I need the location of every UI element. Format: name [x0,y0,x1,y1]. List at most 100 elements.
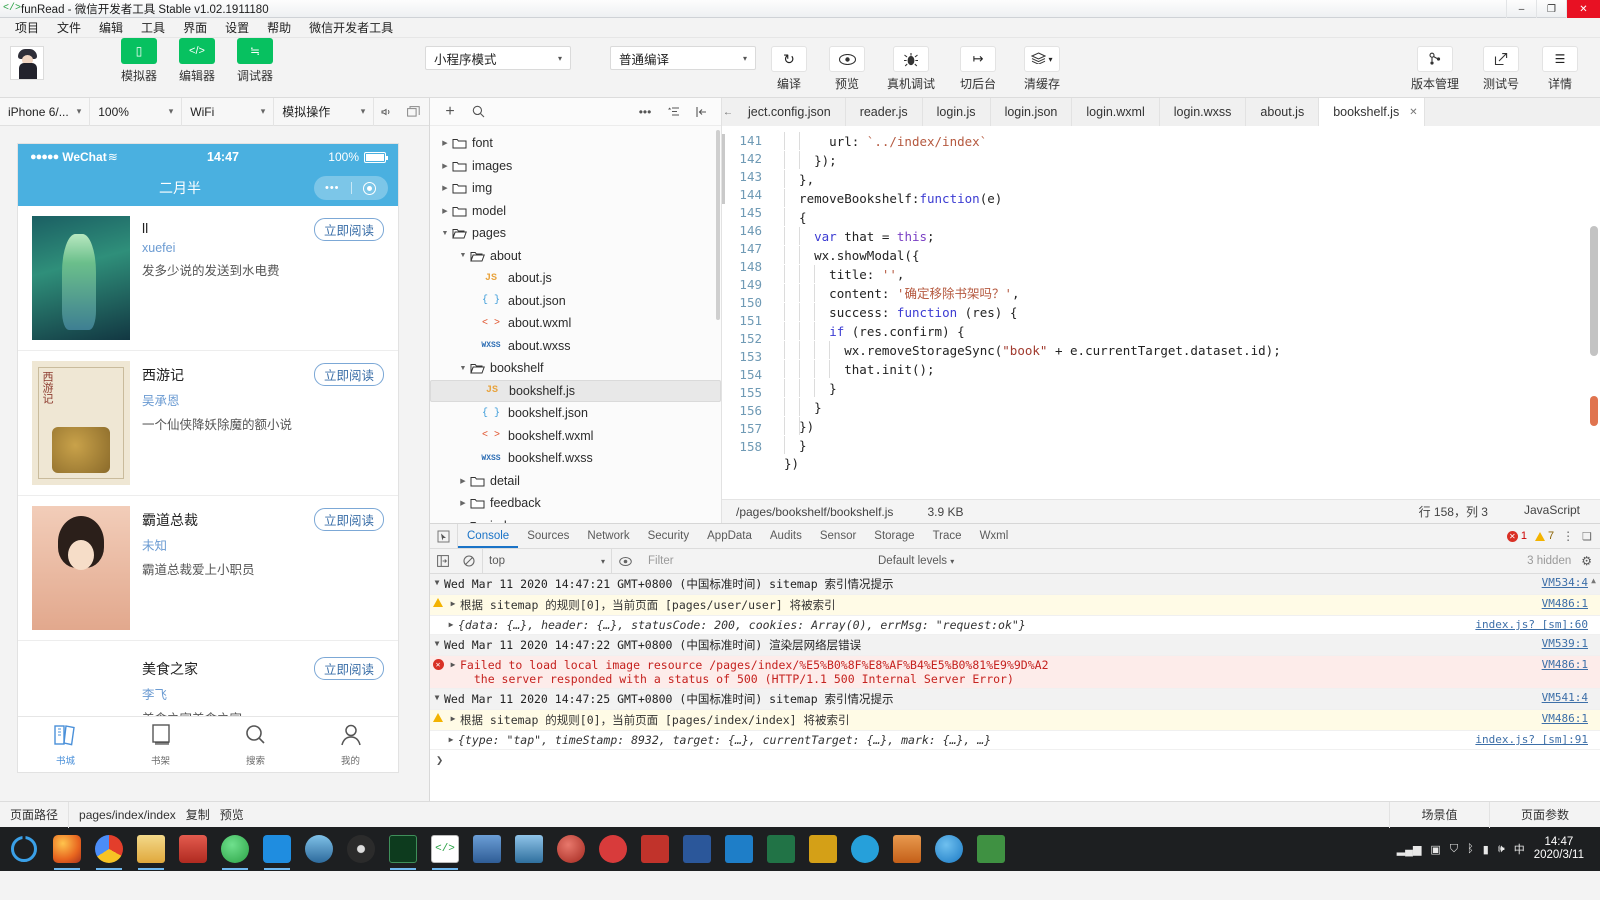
read-now-button[interactable]: 立即阅读 [313,363,384,386]
code-content[interactable]: url: `../index/index` }); }, removeBooks… [770,126,1600,499]
dock-panel-icon[interactable]: ❏ [1582,530,1592,543]
phone-tab-bookstore[interactable]: 书城 [18,717,113,772]
chevron-right-icon[interactable]: ▶ [444,733,458,744]
chevron-right-icon[interactable]: ▶ [446,712,460,723]
calc-icon[interactable] [970,827,1012,871]
ie-icon[interactable] [928,827,970,871]
target-icon[interactable] [352,181,389,195]
console-warning-row[interactable]: ▶ 根据 sitemap 的规则[0]，当前页面 [pages/user/use… [430,595,1600,616]
mail-icon[interactable] [718,827,760,871]
menu-edit[interactable]: 编辑 [90,18,132,38]
tree-node-images[interactable]: ▶ images [430,155,721,178]
tree-node-bookshelf[interactable]: ▼ bookshelf [430,357,721,380]
chevron-right-icon[interactable]: ▶ [438,207,452,215]
tree-node-bookshelf-json[interactable]: { } bookshelf.json [430,402,721,425]
devtools-tab-audits[interactable]: Audits [761,524,811,548]
tree-node-detail[interactable]: ▶ detail [430,470,721,493]
compile-button[interactable]: ↻ 编译 [766,46,812,92]
editor-tab-login-wxss[interactable]: login.wxss [1159,98,1247,126]
chevron-right-icon[interactable]: ▶ [446,597,460,608]
devtools-tab-appdata[interactable]: AppData [698,524,761,548]
tree-node-about-wxml[interactable]: < > about.wxml [430,312,721,335]
menu-tools[interactable]: 工具 [132,18,174,38]
live-expression-icon[interactable] [612,556,638,567]
search-icon[interactable] [464,98,492,126]
chevron-right-icon[interactable]: ▶ [438,184,452,192]
phone-tab-bookshelf[interactable]: 书架 [113,717,208,772]
clear-console-icon[interactable] [456,555,482,567]
console-log-row[interactable]: ▶ {data: {…}, header: {…}, statusCode: 2… [430,616,1600,635]
console-group-header[interactable]: ▼ Wed Mar 11 2020 14:47:22 GMT+0800 (中国标… [430,635,1600,656]
mode-select[interactable]: 小程序模式 ▾ [425,46,571,70]
add-file-icon[interactable]: + [436,98,464,126]
chevron-down-icon[interactable]: ▼ [430,637,444,648]
detach-window-icon[interactable] [400,98,426,126]
preview-button[interactable]: 预览 [220,806,244,823]
network-select[interactable]: WiFi ▾ [182,97,275,126]
real-device-debug-button[interactable]: 真机调试 [882,46,940,92]
chevron-down-icon[interactable]: ▼ [430,576,444,587]
excel-icon[interactable] [760,827,802,871]
phone-tab-profile[interactable]: 我的 [303,717,398,772]
tabstrip-back-arrow[interactable]: ← [722,98,734,126]
menu-project[interactable]: 项目 [6,18,48,38]
chevron-down-icon[interactable]: ▼ [456,365,470,372]
browser2-icon[interactable] [550,827,592,871]
tree-node-pages[interactable]: ▼ pages [430,222,721,245]
chevron-right-icon[interactable]: ▶ [438,162,452,170]
firefox-icon[interactable] [46,827,88,871]
tree-node-feedback[interactable]: ▶ feedback [430,492,721,515]
scene-value-label[interactable]: 场景值 [1390,801,1490,828]
editor-tab-about-js[interactable]: about.js [1246,98,1320,126]
console-source-link[interactable]: index.js? [sm]:60 [1475,618,1600,631]
tree-node-index[interactable]: ▶ index [430,515,721,523]
input-icon[interactable]: 中 [1514,841,1525,857]
menu-dots-icon[interactable]: ••• [314,182,351,194]
sidebar-toggle-icon[interactable] [430,555,456,567]
page-params-label[interactable]: 页面参数 [1490,802,1600,828]
user-avatar[interactable] [10,46,44,80]
console-group-header[interactable]: ▼ Wed Mar 11 2020 14:47:21 GMT+0800 (中国标… [430,574,1600,595]
gesture-select[interactable]: 模拟操作 ▾ [274,97,375,126]
error-badge[interactable]: ✕ 1 [1506,530,1527,542]
test-account-button[interactable]: 测试号 [1476,46,1526,92]
copy-button[interactable]: 复制 [186,806,210,823]
word-icon[interactable] [676,827,718,871]
code-error-marker[interactable] [1590,396,1598,426]
menu-interface[interactable]: 界面 [174,18,216,38]
network-icon[interactable]: ▣ [1430,843,1440,856]
device-select[interactable]: iPhone 6/... ▾ [0,97,91,126]
tree-node-img[interactable]: ▶ img [430,177,721,200]
chevron-down-icon[interactable]: ▼ [438,230,452,237]
music-icon[interactable] [592,827,634,871]
menu-devtools[interactable]: 微信开发者工具 [300,18,402,38]
editor-tab-login-wxml[interactable]: login.wxml [1072,98,1160,126]
shield-icon[interactable]: ⛉ [1450,843,1458,856]
chevron-right-icon[interactable]: ▶ [456,477,470,485]
editor-tab-login-js[interactable]: login.js [922,98,991,126]
menu-file[interactable]: 文件 [48,18,90,38]
list-item[interactable]: ll xuefei 发多少说的发送到水电费 立即阅读 [18,206,398,351]
chevron-right-icon[interactable]: ▶ [446,658,460,669]
console-filter-input[interactable]: Filter [638,555,868,567]
console-group-header[interactable]: ▼ Wed Mar 11 2020 14:47:25 GMT+0800 (中国标… [430,689,1600,710]
file-explorer-icon[interactable] [130,827,172,871]
phone-tab-search[interactable]: 搜索 [208,717,303,772]
tree-node-bookshelf-wxss[interactable]: WXSS bookshelf.wxss [430,447,721,470]
console-scrollbar[interactable]: ▲ [1589,576,1598,799]
console-source-link[interactable]: index.js? [sm]:91 [1475,733,1600,746]
tree-node-model[interactable]: ▶ model [430,200,721,223]
console-warning-row[interactable]: ▶ 根据 sitemap 的规则[0]，当前页面 [pages/index/in… [430,710,1600,731]
chevron-right-icon[interactable]: ▶ [456,499,470,507]
devtools-tab-security[interactable]: Security [639,524,699,548]
vm-icon[interactable] [508,827,550,871]
warning-badge[interactable]: 7 [1535,530,1554,542]
wechat-icon[interactable] [214,827,256,871]
notes-icon[interactable] [802,827,844,871]
java-icon[interactable] [466,827,508,871]
zoom-select[interactable]: 100% ▾ [90,97,183,126]
devtools-icon[interactable]: </> [424,827,466,871]
list-item[interactable]: 霸道总裁 未知 霸道总裁爱上小职员 立即阅读 [18,496,398,641]
editor-tab-bookshelf-js[interactable]: bookshelf.js ✕ [1319,98,1425,126]
paint-icon[interactable] [886,827,928,871]
